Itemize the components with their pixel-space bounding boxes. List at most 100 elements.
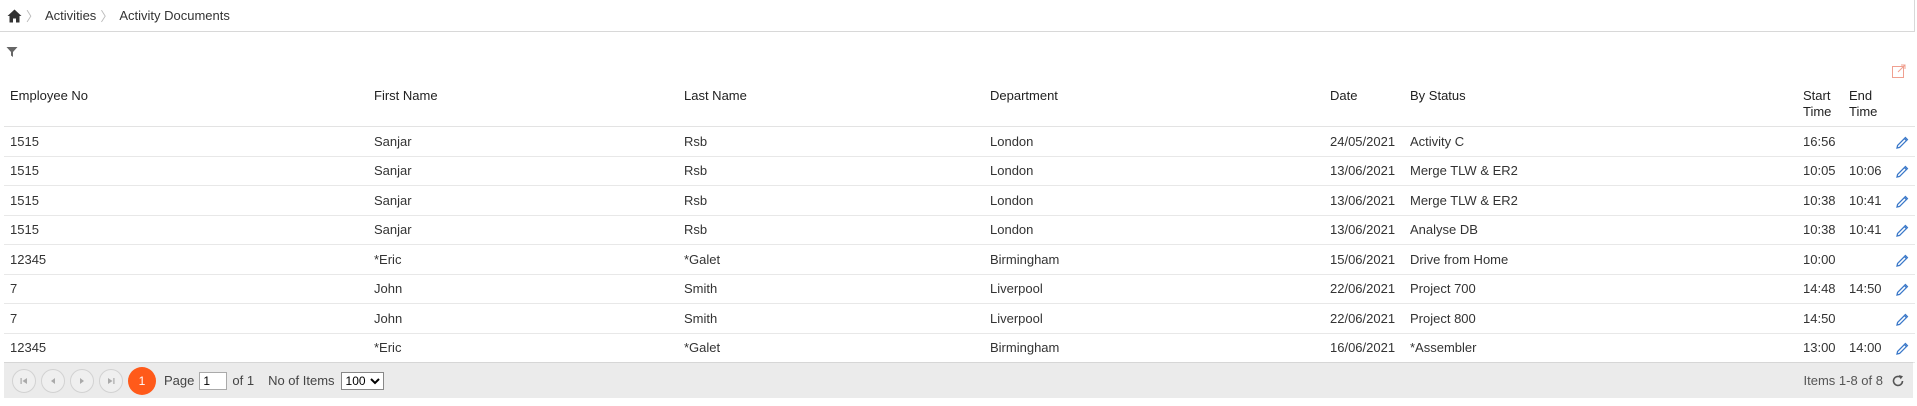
- cell-first-name: John: [368, 303, 678, 334]
- cell-date: 22/06/2021: [1324, 303, 1404, 334]
- cell-actions: [1889, 185, 1915, 216]
- cell-department: London: [984, 126, 1324, 157]
- cell-actions: [1889, 333, 1915, 363]
- cell-actions: [1889, 156, 1915, 186]
- cell-by-status: Merge TLW & ER2: [1404, 156, 1797, 186]
- breadcrumb-item-activities[interactable]: Activities: [45, 8, 96, 23]
- table-row[interactable]: 7 John Smith Liverpool 22/06/2021 Project 700…: [4, 274, 1915, 304]
- cell-first-name: Sanjar: [368, 156, 678, 186]
- cell-last-name: *Galet: [678, 244, 984, 275]
- items-per-page-label: No of Items: [268, 373, 335, 388]
- cell-start-time: 10:38: [1797, 185, 1843, 216]
- cell-first-name: Sanjar: [368, 185, 678, 216]
- pencil-icon[interactable]: [1895, 313, 1909, 326]
- cell-department: Birmingham: [984, 244, 1324, 275]
- filter-icon[interactable]: [6, 46, 18, 58]
- pencil-icon[interactable]: [1895, 342, 1909, 356]
- column-header-date[interactable]: Date: [1324, 82, 1404, 127]
- activity-documents-table: Employee No First Name Last Name Departm…: [4, 82, 1915, 363]
- column-header-employee-no[interactable]: Employee No: [4, 82, 368, 127]
- pencil-icon[interactable]: [1895, 254, 1909, 267]
- table-row[interactable]: 12345 *Eric *Galet Birmingham 16/06/2021 *Ass…: [4, 333, 1915, 363]
- cell-department: London: [984, 156, 1324, 186]
- cell-last-name: Rsb: [678, 185, 984, 216]
- previous-page-icon: [51, 377, 55, 384]
- cell-employee-no: 1515: [4, 215, 368, 245]
- cell-first-name: *Eric: [368, 333, 678, 363]
- cell-last-name: Rsb: [678, 126, 984, 157]
- cell-last-name: Smith: [678, 274, 984, 304]
- first-page-button[interactable]: [12, 368, 36, 393]
- cell-first-name: Sanjar: [368, 126, 678, 157]
- cell-start-time: 10:00: [1797, 244, 1843, 275]
- current-page-button[interactable]: 1: [128, 366, 156, 395]
- table-row[interactable]: 1515 Sanjar Rsb London 13/06/2021 Analyse DB 1…: [4, 215, 1915, 245]
- cell-end-time: 14:50: [1843, 274, 1889, 304]
- table-row[interactable]: 7 John Smith Liverpool 22/06/2021 Project 800…: [4, 303, 1915, 334]
- cell-end-time: 10:41: [1843, 215, 1889, 245]
- cell-last-name: Smith: [678, 303, 984, 334]
- pencil-icon[interactable]: [1895, 283, 1909, 297]
- previous-page-button[interactable]: [41, 368, 65, 393]
- next-page-button[interactable]: [70, 368, 94, 393]
- column-header-department[interactable]: Department: [984, 82, 1324, 127]
- cell-actions: [1889, 303, 1915, 334]
- cell-end-time: [1843, 126, 1889, 157]
- items-per-page-select[interactable]: 100: [340, 371, 384, 390]
- cell-end-time: [1843, 303, 1889, 334]
- table-row[interactable]: 12345 *Eric *Galet Birmingham 15/06/2021 Driv…: [4, 244, 1915, 275]
- column-header-first-name[interactable]: First Name: [368, 82, 678, 127]
- cell-first-name: John: [368, 274, 678, 304]
- cell-start-time: 13:00: [1797, 333, 1843, 363]
- table-header-row: Employee No First Name Last Name Departm…: [4, 82, 1915, 127]
- cell-by-status: *Assembler: [1404, 333, 1797, 363]
- cell-date: 22/06/2021: [1324, 274, 1404, 304]
- cell-date: 13/06/2021: [1324, 185, 1404, 216]
- items-count-info: Items 1-8 of 8: [1803, 373, 1883, 388]
- cell-employee-no: 12345: [4, 244, 368, 275]
- breadcrumb-separator: 〉: [100, 9, 114, 24]
- cell-employee-no: 12345: [4, 333, 368, 363]
- cell-end-time: 14:00: [1843, 333, 1889, 363]
- breadcrumb-item-activity-documents: Activity Documents: [119, 8, 230, 23]
- cell-actions: [1889, 126, 1915, 157]
- refresh-icon[interactable]: [1891, 374, 1905, 388]
- page-number-input[interactable]: [199, 371, 228, 390]
- last-page-button[interactable]: [99, 368, 123, 393]
- cell-department: London: [984, 215, 1324, 245]
- cell-last-name: Rsb: [678, 215, 984, 245]
- cell-start-time: 14:48: [1797, 274, 1843, 304]
- last-page-icon: [108, 377, 115, 384]
- table-row[interactable]: 1515 Sanjar Rsb London 24/05/2021 Activity C1…: [4, 126, 1915, 157]
- cell-by-status: Project 700: [1404, 274, 1797, 304]
- cell-start-time: 16:56: [1797, 126, 1843, 157]
- table-row[interactable]: 1515 Sanjar Rsb London 13/06/2021 Merge TLW &…: [4, 156, 1915, 186]
- cell-by-status: Project 800: [1404, 303, 1797, 334]
- cell-start-time: 10:38: [1797, 215, 1843, 245]
- export-icon[interactable]: [1892, 64, 1906, 78]
- pencil-icon[interactable]: [1895, 224, 1909, 238]
- pencil-icon[interactable]: [1895, 195, 1909, 208]
- home-icon[interactable]: [6, 8, 22, 24]
- cell-employee-no: 1515: [4, 185, 368, 216]
- column-header-last-name[interactable]: Last Name: [678, 82, 984, 127]
- pencil-icon[interactable]: [1895, 136, 1909, 149]
- table-row[interactable]: 1515 Sanjar Rsb London 13/06/2021 Merge TLW &…: [4, 185, 1915, 216]
- cell-start-time: 10:05: [1797, 156, 1843, 186]
- pencil-icon[interactable]: [1895, 165, 1909, 179]
- column-header-start-time[interactable]: Start Time: [1797, 82, 1843, 127]
- page-count-label: of 1: [232, 373, 255, 388]
- cell-last-name: Rsb: [678, 156, 984, 186]
- cell-actions: [1889, 274, 1915, 304]
- cell-employee-no: 1515: [4, 126, 368, 157]
- next-page-icon: [80, 377, 84, 384]
- cell-date: 13/06/2021: [1324, 156, 1404, 186]
- cell-by-status: Merge TLW & ER2: [1404, 185, 1797, 216]
- cell-by-status: Activity C: [1404, 126, 1797, 157]
- pager: 1 Page of 1 No of Items 100 Items 1-8 of…: [4, 362, 1913, 398]
- first-page-icon: [20, 377, 27, 384]
- cell-date: 15/06/2021: [1324, 244, 1404, 275]
- cell-department: Liverpool: [984, 274, 1324, 304]
- column-header-end-time[interactable]: End Time: [1843, 82, 1889, 127]
- column-header-by-status[interactable]: By Status: [1404, 82, 1797, 127]
